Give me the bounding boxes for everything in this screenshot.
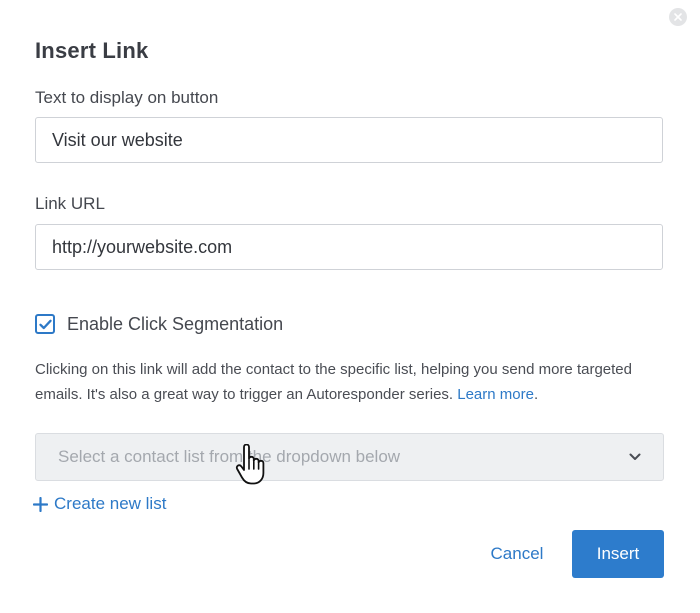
segmentation-help-text: Clicking on this link will add the conta… [35, 357, 675, 407]
link-url-label: Link URL [35, 194, 105, 213]
help-text-suffix: . [533, 386, 539, 403]
display-text-input[interactable] [35, 117, 663, 163]
insert-link-dialog: Insert Link Text to display on button Li… [0, 0, 700, 613]
insert-button[interactable]: Insert [572, 530, 664, 578]
chevron-down-icon [629, 453, 641, 460]
close-button[interactable] [669, 8, 687, 26]
create-new-list-label: Create new list [54, 494, 167, 513]
help-text-body: Clicking on this link will add the conta… [35, 361, 632, 403]
learn-more-link[interactable]: Learn more [457, 386, 534, 403]
segmentation-label: Enable Click Segmentation [67, 313, 284, 334]
cancel-button[interactable]: Cancel [478, 530, 556, 578]
plus-icon [33, 496, 48, 512]
checkmark-icon [38, 319, 52, 329]
create-new-list-link[interactable]: Create new list [33, 494, 166, 514]
dialog-title: Insert Link [35, 38, 149, 63]
pointer-hand-cursor-icon [234, 443, 270, 491]
contact-list-dropdown[interactable]: Select a contact list from the dropdown … [35, 433, 664, 481]
close-icon [674, 13, 682, 21]
display-text-label: Text to display on button [35, 88, 219, 107]
segmentation-checkbox[interactable] [35, 314, 55, 334]
click-segmentation-toggle[interactable]: Enable Click Segmentation [35, 312, 283, 336]
contact-list-placeholder: Select a contact list from the dropdown … [58, 447, 401, 466]
link-url-input[interactable] [35, 224, 663, 270]
